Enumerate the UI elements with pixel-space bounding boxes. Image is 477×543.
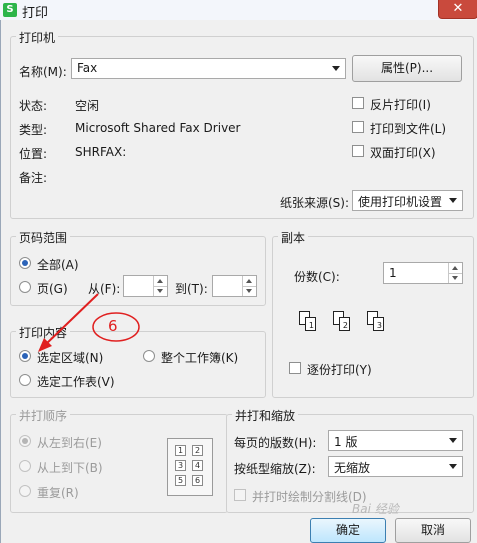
scale-to-paper-label: 按纸型缩放(Z): (234, 462, 316, 476)
preview-cell: 4 (192, 460, 203, 471)
preview-cell: 1 (175, 445, 186, 456)
cancel-button[interactable]: 取消 (395, 518, 471, 543)
top-to-bottom-label[interactable]: 从上到下(B) (37, 459, 103, 476)
preview-cell: 6 (192, 475, 203, 486)
chevron-down-icon (449, 438, 457, 443)
draw-dividers-checkbox[interactable] (234, 489, 246, 501)
repeat-label[interactable]: 重复(R) (37, 484, 79, 501)
draw-dividers-label[interactable]: 并打时绘制分割线(D) (252, 488, 367, 505)
pages-per-sheet-value: 1 版 (334, 435, 358, 449)
pages-per-sheet-select[interactable]: 1 版 (328, 430, 463, 451)
repeat-radio[interactable] (19, 485, 31, 497)
chevron-down-icon (449, 464, 457, 469)
collate-order-legend: 并打顺序 (16, 407, 71, 424)
scale-to-paper-value: 无缩放 (334, 461, 371, 475)
annotation-number: 6 (108, 317, 118, 335)
annotation-arrow (43, 293, 99, 347)
watermark-text: Bai 经验 (352, 502, 399, 516)
left-to-right-label[interactable]: 从左到右(E) (37, 434, 102, 451)
top-to-bottom-radio[interactable] (19, 460, 31, 472)
preview-cell: 5 (175, 475, 186, 486)
scale-to-paper-select[interactable]: 无缩放 (328, 456, 463, 477)
preview-cell: 2 (192, 445, 203, 456)
ok-button[interactable]: 确定 (310, 518, 386, 543)
pages-per-sheet-label: 每页的版数(H): (234, 436, 317, 450)
collate-order-preview: 1 2 3 4 5 6 (167, 438, 213, 496)
preview-cell: 3 (175, 460, 186, 471)
zoom-legend: 并打和缩放 (232, 407, 299, 424)
left-to-right-radio[interactable] (19, 435, 31, 447)
